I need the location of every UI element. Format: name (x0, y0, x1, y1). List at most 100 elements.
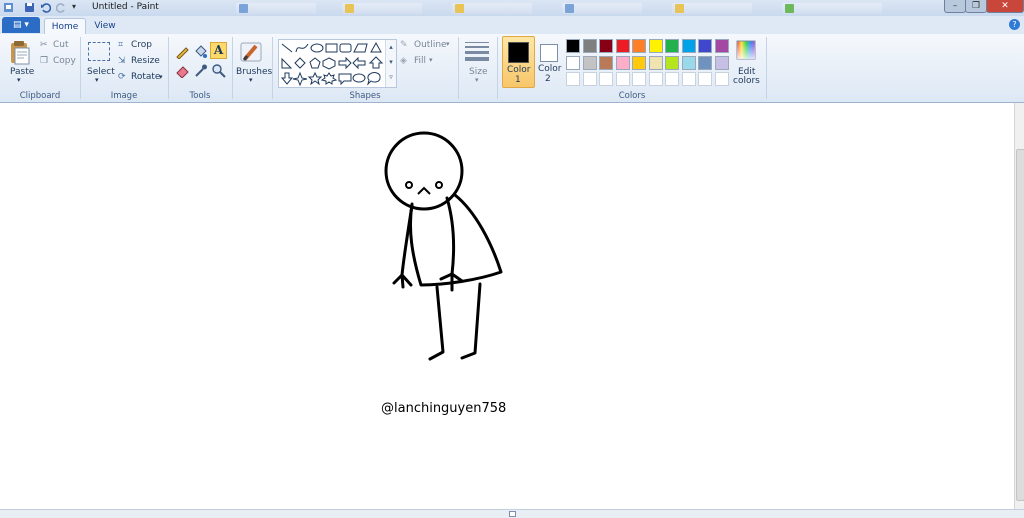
palette-swatch[interactable] (582, 55, 597, 70)
size-icon[interactable] (465, 41, 489, 61)
custom-color-slot[interactable] (714, 72, 729, 86)
paste-icon[interactable] (9, 39, 31, 65)
rotate-icon[interactable]: ⟳ (118, 72, 126, 82)
paste-dropdown-icon[interactable]: ▾ (17, 76, 21, 84)
select-dropdown-icon[interactable]: ▾ (95, 76, 99, 84)
rotate-button[interactable]: Rotate (131, 72, 160, 82)
palette-swatch[interactable] (714, 55, 729, 70)
palette-swatch[interactable] (599, 39, 613, 53)
undo-icon[interactable] (40, 2, 51, 13)
brushes-button[interactable]: Brushes (236, 67, 272, 77)
group-label-colors: Colors (618, 91, 646, 101)
taskbar-thumb-6 (782, 3, 882, 14)
eraser-icon[interactable] (175, 63, 190, 78)
save-icon[interactable] (24, 2, 35, 13)
crop-icon[interactable]: ⌗ (118, 40, 123, 50)
vertical-scroll-thumb[interactable] (1016, 149, 1024, 501)
size-dropdown-icon[interactable]: ▾ (475, 76, 479, 84)
fill-button[interactable]: Fill (414, 56, 426, 66)
group-label-shapes: Shapes (349, 91, 381, 101)
cut-icon[interactable]: ✂ (40, 40, 48, 50)
palette-swatch[interactable] (582, 39, 597, 53)
palette-swatch[interactable] (615, 39, 630, 53)
paste-button[interactable]: Paste (10, 67, 34, 77)
brushes-icon[interactable] (240, 40, 264, 64)
tab-view[interactable]: View (88, 18, 122, 34)
palette-swatch[interactable] (665, 39, 679, 53)
outline-icon[interactable]: ✎ (400, 40, 408, 50)
taskbar-thumb-3 (452, 3, 532, 14)
palette-swatch[interactable] (615, 55, 630, 70)
paint-app-icon[interactable] (3, 2, 14, 13)
palette-swatch[interactable] (648, 55, 663, 70)
palette-swatch[interactable] (698, 55, 712, 70)
outline-dropdown-icon[interactable]: ▾ (446, 40, 450, 48)
custom-color-slot[interactable] (698, 72, 712, 86)
redo-icon[interactable] (56, 2, 67, 13)
rotate-dropdown-icon[interactable]: ▾ (159, 73, 163, 81)
title-bar: ▾ Untitled - Paint – ❐ ✕ (0, 0, 1024, 17)
edit-colors-icon[interactable] (736, 40, 756, 60)
restore-button[interactable]: ❐ (965, 0, 987, 13)
ribbon-divider (272, 37, 273, 99)
copy-icon[interactable]: ❐ (40, 56, 48, 66)
select-icon[interactable] (88, 42, 110, 61)
color2-label: Color (538, 64, 562, 74)
help-icon[interactable]: ? (1009, 19, 1020, 30)
ribbon-divider (168, 37, 169, 99)
palette-swatch[interactable] (698, 39, 712, 53)
custom-color-slot[interactable] (566, 72, 580, 86)
text-tool-icon[interactable]: A (210, 42, 227, 59)
color2-button[interactable]: Color 2 (535, 36, 563, 86)
color-picker-icon[interactable] (193, 63, 208, 78)
fill-bucket-icon[interactable] (193, 44, 208, 59)
taskbar-thumb-5 (672, 3, 752, 14)
close-button[interactable]: ✕ (986, 0, 1024, 13)
custom-color-slot[interactable] (582, 72, 597, 86)
custom-color-slot[interactable] (599, 72, 613, 86)
ribbon-divider (458, 37, 459, 99)
fill-icon[interactable]: ◈ (400, 56, 407, 66)
paint-menu-button[interactable]: ▤ ▾ (2, 17, 40, 33)
canvas-resize-handle[interactable] (509, 511, 516, 517)
copy-button[interactable]: Copy (53, 56, 76, 66)
resize-button[interactable]: Resize (131, 56, 160, 66)
palette-swatch[interactable] (665, 55, 679, 70)
palette-swatch[interactable] (599, 55, 613, 70)
palette-swatch[interactable] (714, 39, 729, 53)
pencil-icon[interactable] (175, 44, 190, 59)
brushes-dropdown-icon[interactable]: ▾ (249, 76, 253, 84)
palette-swatch[interactable] (681, 55, 696, 70)
tab-home[interactable]: Home (44, 18, 86, 35)
palette-swatch[interactable] (632, 55, 646, 70)
quick-access-dropdown-icon[interactable]: ▾ (72, 2, 83, 13)
resize-icon[interactable]: ⇲ (118, 56, 126, 66)
select-button[interactable]: Select (87, 67, 115, 77)
custom-color-slot[interactable] (665, 72, 679, 86)
edit-colors-label-2[interactable]: colors (733, 76, 760, 86)
custom-color-slot[interactable] (648, 72, 663, 86)
palette-swatch[interactable] (681, 39, 696, 53)
palette-swatch[interactable] (648, 39, 663, 53)
palette-swatch[interactable] (566, 39, 580, 53)
color1-button[interactable]: Color 1 (502, 36, 535, 88)
shapes-scroll[interactable]: ▴ ▾ ▿ (385, 40, 396, 87)
minimize-button[interactable]: – (944, 0, 966, 13)
custom-color-slot[interactable] (632, 72, 646, 86)
magnifier-icon[interactable] (211, 63, 226, 78)
fill-dropdown-icon[interactable]: ▾ (429, 56, 433, 64)
drawing-canvas[interactable] (0, 103, 1014, 509)
outline-button[interactable]: Outline (414, 40, 447, 50)
custom-color-slot[interactable] (615, 72, 630, 86)
palette-swatch[interactable] (632, 39, 646, 53)
vertical-scrollbar[interactable] (1014, 103, 1024, 509)
cut-button[interactable]: Cut (53, 40, 69, 50)
signature-text: @lanchinguyen758 (381, 401, 507, 416)
crop-button[interactable]: Crop (131, 40, 152, 50)
shapes-gallery-icons (280, 41, 384, 87)
color2-number: 2 (545, 74, 551, 84)
palette-swatch[interactable] (566, 55, 580, 70)
custom-color-slot[interactable] (681, 72, 696, 86)
shapes-gallery[interactable]: ▴ ▾ ▿ (278, 39, 397, 88)
ribbon: Paste ▾ ✂ Cut ❐ Copy Clipboard Select ▾ … (0, 34, 1024, 103)
